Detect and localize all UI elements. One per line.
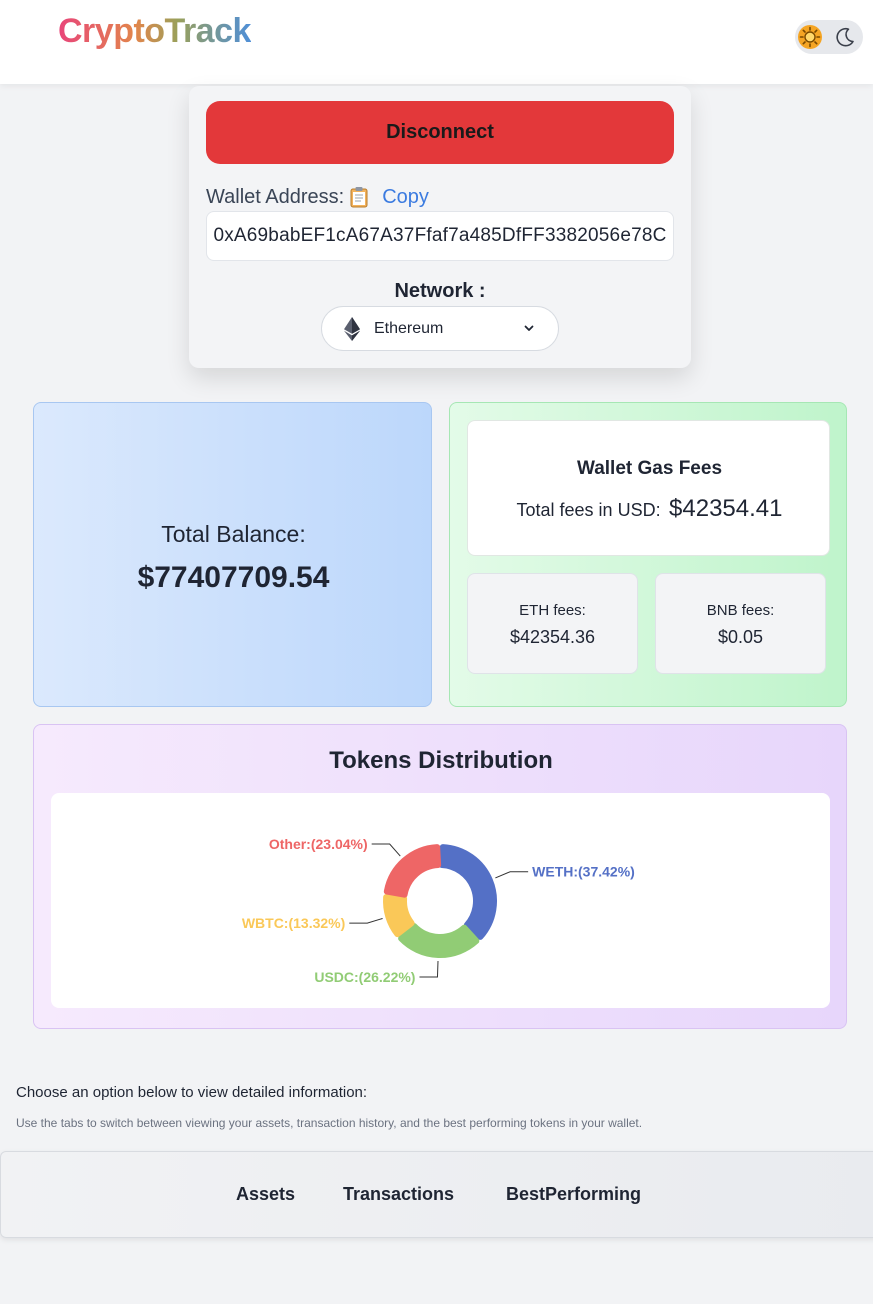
tab-assets[interactable]: Assets (236, 1184, 295, 1205)
clipboard-icon[interactable] (348, 185, 370, 209)
moon-icon[interactable] (833, 25, 857, 49)
wallet-address-field[interactable]: 0xA69babEF1cA67A37Ffaf7a485DfFF3382056e7… (206, 211, 674, 261)
slice-label-wbtc: WBTC:(13.32%) (242, 915, 345, 931)
info-heading: Choose an option below to view detailed … (16, 1084, 368, 1101)
slice-usdc[interactable] (398, 922, 480, 958)
tokens-distribution-title: Tokens Distribution (329, 747, 553, 774)
leader-line-other (371, 843, 401, 857)
sun-icon[interactable] (797, 24, 823, 50)
bnb-fees-box: BNB fees: $0.05 (655, 573, 826, 674)
gas-fees-summary: Wallet Gas Fees Total fees in USD: $4235… (467, 420, 830, 556)
tab-best-performing[interactable]: BestPerforming (506, 1184, 641, 1205)
total-balance-value: $77407709.54 (137, 561, 330, 594)
leader-line-weth (495, 871, 529, 879)
wallet-address-label: Wallet Address: (206, 185, 345, 208)
network-select[interactable]: Ethereum (321, 306, 559, 351)
slice-other[interactable] (383, 844, 442, 898)
leader-line-wbtc (349, 917, 383, 924)
total-balance-card: Total Balance: $77407709.54 (33, 402, 432, 707)
app-header: CryptoTrack (0, 0, 873, 84)
tokens-donut-chart: WETH:(37.42%) USDC:(26.22%) WBTC:(13.32%) O… (242, 836, 635, 985)
wallet-address-row: Wallet Address: Copy (206, 184, 429, 210)
theme-toggle[interactable] (795, 20, 863, 54)
app-logo[interactable]: CryptoTrack (58, 12, 251, 51)
gas-fees-card: Wallet Gas Fees Total fees in USD: $4235… (449, 402, 847, 707)
detail-tabs: Assets Transactions BestPerforming (0, 1151, 873, 1238)
network-label: Network : (394, 280, 486, 302)
chevron-down-icon (524, 320, 536, 336)
slice-wbtc[interactable] (383, 894, 415, 938)
bnb-fees-value: $0.05 (717, 627, 764, 647)
slice-label-other: Other:(23.04%) (269, 836, 368, 852)
copy-address-button[interactable]: Copy (382, 186, 429, 209)
slice-label-weth: WETH:(37.42%) (532, 864, 635, 880)
slice-label-usdc: USDC:(26.22%) (314, 969, 415, 985)
info-subtext: Use the tabs to switch between viewing y… (16, 1116, 643, 1130)
eth-fees-label: ETH fees: (519, 602, 586, 619)
tokens-distribution-card: Tokens Distribution WETH:(37.42%) USDC:(2… (33, 724, 847, 1029)
ethereum-icon (344, 316, 360, 341)
slice-weth[interactable] (438, 844, 497, 940)
eth-fees-box: ETH fees: $42354.36 (467, 573, 638, 674)
disconnect-button[interactable]: Disconnect (206, 101, 674, 164)
bnb-fees-label: BNB fees: (706, 602, 775, 619)
total-balance-label: Total Balance: (161, 521, 306, 547)
eth-fees-value: $42354.36 (509, 627, 596, 647)
gas-total-value: $42354.41 (669, 495, 783, 522)
wallet-card: Disconnect Wallet Address: Copy 0xA69bab… (189, 86, 691, 368)
tokens-chart-panel: WETH:(37.42%) USDC:(26.22%) WBTC:(13.32%) O… (51, 793, 830, 1008)
network-selected-value: Ethereum (374, 319, 444, 337)
leader-line-usdc (419, 960, 439, 978)
gas-total-row: Total fees in USD: $42354.41 (468, 495, 831, 523)
gas-fees-title: Wallet Gas Fees (576, 458, 723, 479)
tab-transactions[interactable]: Transactions (343, 1184, 454, 1205)
gas-total-label: Total fees in USD: (516, 500, 661, 520)
